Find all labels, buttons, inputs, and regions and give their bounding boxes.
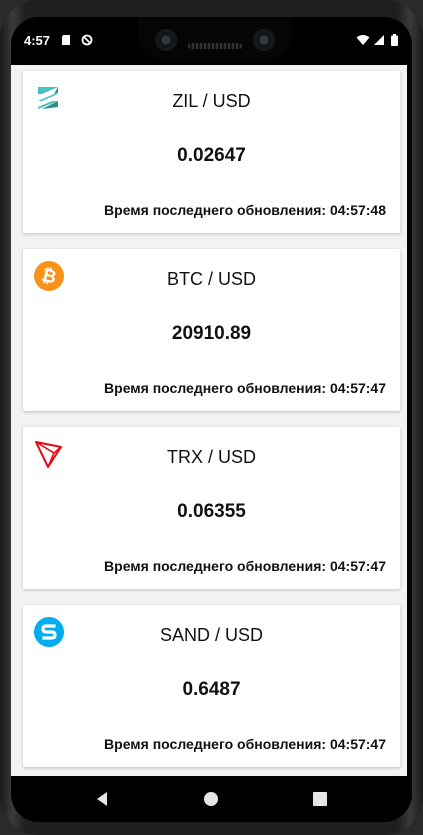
signal-icon (374, 35, 384, 45)
status-time: 4:57 (24, 33, 51, 48)
last-updated-label: Время последнего обновления: 04:57:47 (104, 558, 386, 574)
status-bar: 4:57 (11, 17, 412, 65)
rate-card-trx[interactable]: TRX / USD 0.06355 Время последнего обнов… (23, 427, 400, 589)
battery-icon (391, 34, 398, 46)
last-updated-label: Время последнего обновления: 04:57:47 (104, 736, 386, 752)
pair-label: BTC / USD (166, 269, 256, 289)
pair-label: SAND / USD (159, 625, 264, 645)
rate-card-zil[interactable]: ZIL / USD 0.02647 Время последнего обнов… (23, 71, 400, 233)
price-value: 0.02647 (177, 145, 246, 166)
earpiece-speaker (188, 43, 242, 49)
price-value: 0.6487 (182, 679, 241, 700)
front-camera-right (253, 29, 275, 51)
last-updated-label: Время последнего обновления: 04:57:48 (104, 202, 386, 218)
phone-screen: 4:57 ZIL / USD 0.02647 Время последнего … (11, 17, 412, 822)
vpn-icon (81, 34, 93, 46)
rate-card-sand[interactable]: SAND / USD 0.6487 Время последнего обнов… (23, 605, 400, 767)
back-icon[interactable] (94, 791, 110, 807)
rate-card-btc[interactable]: ₿ BTC / USD 20910.89 Время последнего об… (23, 249, 400, 411)
pair-label: ZIL / USD (172, 91, 251, 111)
sd-card-icon (62, 35, 70, 45)
camera-notch (138, 17, 292, 59)
recents-icon[interactable] (312, 791, 328, 807)
front-camera-left (155, 29, 177, 51)
rates-list[interactable]: ZIL / USD 0.02647 Время последнего обнов… (11, 65, 407, 776)
price-value: 20910.89 (171, 323, 252, 344)
navigation-bar (11, 776, 412, 822)
last-updated-label: Время последнего обновления: 04:57:47 (104, 380, 386, 396)
wifi-icon (356, 35, 370, 45)
price-value: 0.06355 (177, 501, 246, 522)
phone-frame: 4:57 ZIL / USD 0.02647 Время последнего … (0, 0, 423, 835)
home-icon[interactable] (203, 791, 219, 807)
pair-label: TRX / USD (166, 447, 256, 467)
